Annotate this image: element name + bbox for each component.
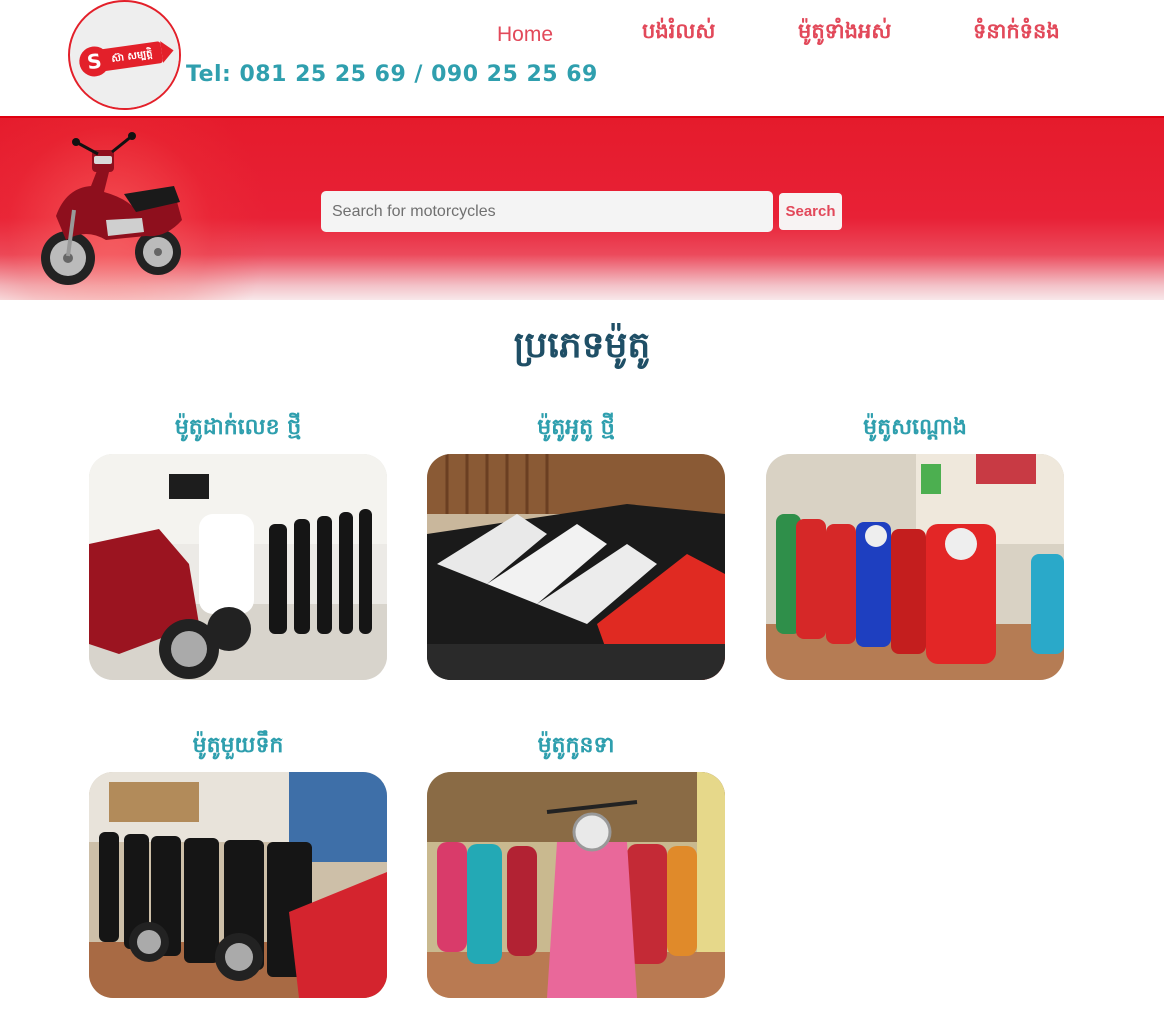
- category-title-scooter[interactable]: ម៉ូតូកូនទា: [427, 731, 725, 763]
- brand-logo[interactable]: S ស៊ា សម្បត្តិ: [68, 0, 181, 110]
- nav-all-motorcycles-link[interactable]: ម៉ូតូទាំងអស់: [798, 16, 891, 50]
- hero-banner: Search: [0, 116, 1164, 300]
- nav-home-link[interactable]: Home: [497, 18, 553, 52]
- category-title-new-automatic[interactable]: ម៉ូតូអូតូ ថ្មី: [427, 413, 725, 445]
- category-title-one-owner[interactable]: ម៉ូតូមួយទឹក: [89, 731, 387, 763]
- phone-number: Tel: 081 25 25 69 / 090 25 25 69: [186, 62, 598, 87]
- search-input[interactable]: [321, 191, 773, 232]
- nav-contact-link[interactable]: ទំនាក់ទំនង: [973, 16, 1060, 50]
- category-image-one-owner[interactable]: [89, 772, 387, 998]
- section-title: ប្រភេទម៉ូតូ: [513, 325, 651, 366]
- search-button[interactable]: Search: [779, 193, 842, 230]
- site-header: S ស៊ា សម្បត្តិ Tel: 081 25 25 69 / 090 2…: [0, 0, 1164, 116]
- category-title-new-plated[interactable]: ម៉ូតូដាក់លេខ ថ្មី: [89, 413, 387, 445]
- category-title-second-hand[interactable]: ម៉ូតូសណ្តោង: [766, 413, 1064, 445]
- category-image-second-hand[interactable]: [766, 454, 1064, 680]
- category-image-new-automatic[interactable]: [427, 454, 725, 680]
- category-image-new-plated[interactable]: [89, 454, 387, 680]
- nav-installment-link[interactable]: បង់រំលស់: [642, 16, 715, 50]
- category-image-scooter[interactable]: [427, 772, 725, 998]
- motorcycle-hero-image: [41, 132, 182, 285]
